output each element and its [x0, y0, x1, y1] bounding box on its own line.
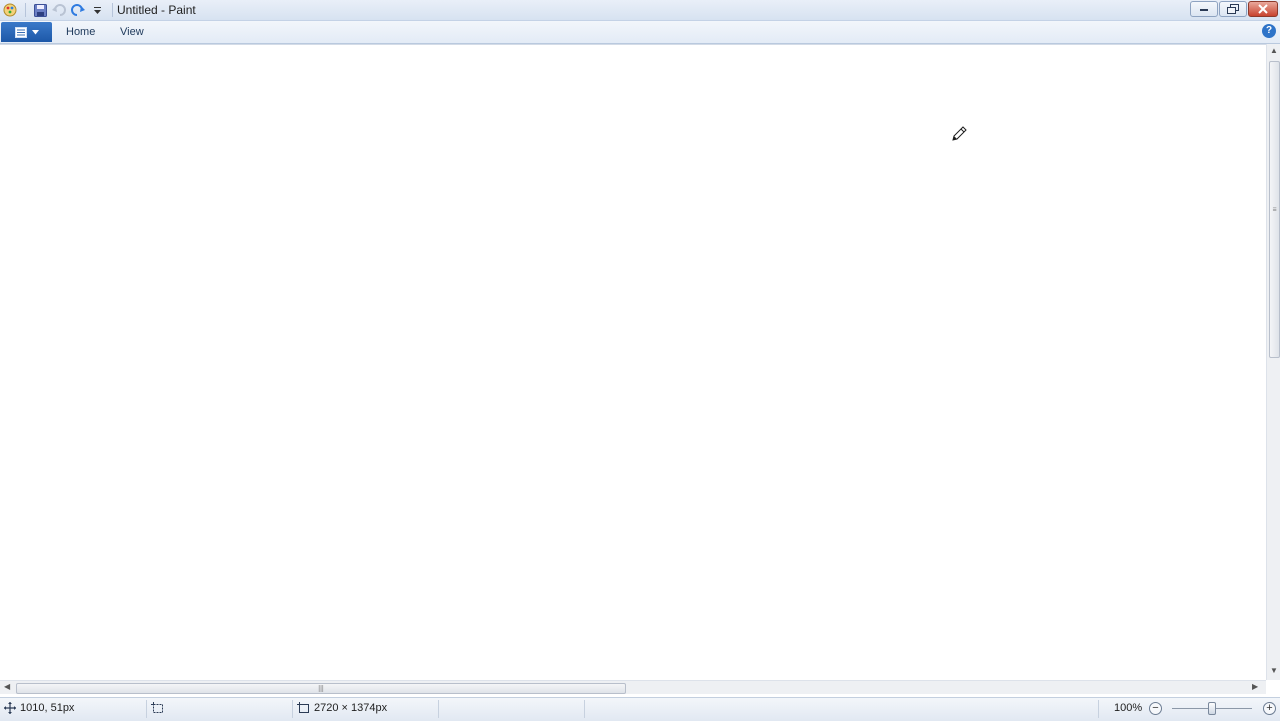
window-controls [1190, 1, 1278, 17]
customize-dropdown-icon[interactable] [89, 2, 105, 18]
vertical-scrollbar[interactable]: ▲ ≡ ▼ [1266, 44, 1280, 680]
cursor-position: 1010, 51px [4, 702, 74, 714]
zoom-slider-thumb[interactable] [1208, 702, 1216, 715]
zoom-in-button[interactable]: + [1263, 702, 1276, 715]
status-divider [1098, 700, 1099, 718]
status-divider [292, 700, 293, 718]
canvas-size-icon [297, 702, 309, 713]
close-icon [1258, 4, 1268, 14]
horizontal-scrollbar[interactable]: ◀ ||| ▶ [0, 680, 1266, 694]
grip-icon: ||| [318, 685, 324, 692]
paint-app-icon[interactable] [2, 2, 18, 18]
undo-icon[interactable] [51, 2, 67, 18]
help-icon[interactable]: ? [1262, 24, 1276, 38]
vertical-scroll-thumb[interactable]: ≡ [1269, 61, 1280, 358]
chevron-down-icon [31, 29, 39, 34]
ribbon-tab-strip: Home View ? [0, 21, 1280, 44]
canvas-size: 2720 × 1374px [297, 702, 387, 714]
redo-icon[interactable] [70, 2, 86, 18]
status-divider [438, 700, 439, 718]
canvas-size-text: 2720 × 1374px [314, 702, 388, 714]
selection-size-icon [151, 702, 163, 713]
selection-size [151, 702, 168, 714]
scroll-up-arrow-icon[interactable]: ▲ [1270, 46, 1278, 55]
horizontal-scroll-thumb[interactable]: ||| [16, 683, 626, 694]
drawing-canvas[interactable] [0, 44, 1266, 681]
close-button[interactable] [1248, 1, 1278, 17]
status-divider [584, 700, 585, 718]
grip-icon: ≡ [1272, 206, 1277, 213]
zoom-out-button[interactable]: − [1149, 702, 1162, 715]
tab-home[interactable]: Home [66, 26, 95, 38]
zoom-level: 100% [1114, 702, 1143, 714]
minimize-button[interactable] [1190, 1, 1218, 17]
save-icon[interactable] [32, 2, 48, 18]
toolbar-separator [112, 3, 113, 17]
cursor-position-text: 1010, 51px [20, 702, 75, 714]
status-divider [146, 700, 147, 718]
pencil-cursor-icon [952, 126, 967, 141]
status-bar: 1010, 51px 2720 × 1374px 100% − + [0, 697, 1280, 721]
restore-button[interactable] [1219, 1, 1247, 17]
quick-access-toolbar [2, 2, 116, 18]
window-title: Untitled - Paint [117, 3, 196, 17]
move-crosshair-icon [4, 702, 16, 714]
tab-view[interactable]: View [120, 26, 144, 38]
menu-document-icon [14, 26, 27, 38]
scroll-down-arrow-icon[interactable]: ▼ [1270, 666, 1278, 675]
scroll-left-arrow-icon[interactable]: ◀ [4, 682, 10, 691]
toolbar-separator [25, 3, 26, 17]
restore-icon [1227, 4, 1239, 14]
minimize-icon [1200, 9, 1208, 11]
scroll-right-arrow-icon[interactable]: ▶ [1252, 682, 1258, 691]
title-bar: Untitled - Paint [0, 0, 1280, 21]
paint-menu-button[interactable] [1, 22, 52, 42]
